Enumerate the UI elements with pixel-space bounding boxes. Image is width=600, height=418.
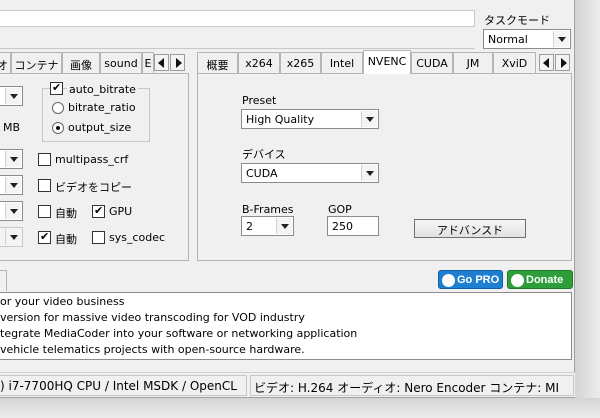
chevron-down-icon[interactable] [553,31,569,47]
tab-xvid[interactable]: XviD [493,52,536,73]
chevron-down-icon[interactable] [5,203,21,219]
tab-sound[interactable]: sound [100,52,142,73]
auto-label-1: 自動 [55,207,77,220]
chevron-down-icon[interactable] [5,151,21,167]
news-line-1: or your video business [0,295,125,308]
status-bar: ) i7-7700HQ CPU / Intel MSDK / OpenCL ビデ… [0,372,575,397]
status-cpu: ) i7-7700HQ CPU / Intel MSDK / OpenCL [0,375,247,396]
multipass-crf-checkbox[interactable] [38,153,51,166]
device-select[interactable]: CUDA [241,163,379,183]
file-list-area[interactable] [0,10,475,27]
gop-input[interactable]: 250 [327,216,379,236]
bitrate-ratio-label: bitrate_ratio [68,101,136,114]
left-combo-3[interactable] [0,175,23,195]
arrow-right-icon [561,58,567,68]
chevron-down-icon[interactable] [5,177,21,193]
arrow-right-icon [176,58,182,68]
preset-select[interactable]: High Quality [241,109,379,129]
main-window: タスクモード Normal オ コンテナ 画像 sound E MB auto_… [0,0,575,398]
bitrate-ratio-radio[interactable] [52,102,64,114]
taskmode-select[interactable]: Normal [483,29,571,49]
chevron-down-icon [5,229,21,245]
output-size-radio[interactable] [52,122,64,134]
preset-value: High Quality [246,113,315,126]
window-shadow-bottom [0,398,600,418]
go-pro-icon [442,274,455,287]
tab-cuda[interactable]: CUDA [411,52,453,73]
bframes-label: B-Frames [242,203,294,216]
bframes-select[interactable]: 2 [241,216,294,236]
donate-button[interactable]: Donate [507,270,573,289]
device-value: CUDA [246,167,278,180]
chevron-down-icon[interactable] [361,165,377,181]
chevron-down-icon[interactable] [361,111,377,127]
auto-bitrate-label: auto_bitrate [67,83,138,96]
auto-checkbox-2[interactable] [38,230,51,244]
tab-left-4[interactable]: E [142,52,154,73]
left-combo-1[interactable] [0,86,23,106]
status-summary: ビデオ: H.264 オーディオ: Nero Encoder コンテナ: MI [250,375,574,396]
advanced-button[interactable]: アドバンスド [414,219,526,238]
news-textarea[interactable]: or your video business version for massi… [0,292,572,360]
codec-tab-scroll-right-button[interactable] [555,54,570,71]
tab-jm[interactable]: JM [453,52,493,73]
news-line-2: version for massive video transcoding fo… [0,311,305,324]
arrow-left-icon [158,58,164,68]
tab-x264[interactable]: x264 [238,52,280,73]
news-line-3: tegrate MediaCoder into your software or… [0,327,358,340]
gop-label: GOP [328,203,352,216]
auto-checkbox-1[interactable] [38,205,51,218]
auto-bitrate-checkbox[interactable] [50,81,63,95]
sys-codec-label: sys_codec [109,231,166,244]
news-line-4: vehicle telematics projects with open-so… [0,343,305,356]
gpu-checkbox[interactable] [92,204,105,218]
taskmode-value: Normal [488,33,528,46]
taskmode-label: タスクモード [484,14,550,27]
copy-video-label: ビデオをコピー [55,181,132,194]
star-icon [511,274,524,287]
preset-label: Preset [242,94,277,107]
news-tab[interactable] [0,270,7,291]
tab-overview[interactable]: 概要 [197,52,238,73]
auto-label-2: 自動 [55,233,77,246]
go-pro-button[interactable]: Go PRO [438,270,503,289]
gop-value: 250 [332,220,353,233]
left-combo-5-disabled [0,227,23,247]
gpu-label: GPU [109,205,133,218]
tab-nvenc[interactable]: NVENC [363,50,411,74]
chevron-down-icon[interactable] [5,88,21,104]
tab-left-0[interactable]: オ [0,52,11,73]
tab-image[interactable]: 画像 [62,52,100,73]
tab-x265[interactable]: x265 [280,52,321,73]
left-combo-4[interactable] [0,201,23,221]
arrow-left-icon [543,58,549,68]
multipass-crf-label: multipass_crf [55,153,129,166]
copy-video-checkbox[interactable] [38,179,51,192]
codec-tab-scroll-left-button[interactable] [539,54,554,71]
device-label: デバイス [242,148,286,161]
tab-scroll-right-button[interactable] [170,54,185,71]
tab-intel[interactable]: Intel [321,52,363,73]
mb-label: MB [3,121,21,134]
bframes-value: 2 [246,220,253,233]
left-combo-2[interactable] [0,149,23,169]
tab-scroll-left-button[interactable] [154,54,169,71]
tab-container[interactable]: コンテナ [11,52,62,73]
file-list-divider [0,37,475,49]
chevron-down-icon[interactable] [276,218,292,234]
sys-codec-checkbox[interactable] [92,231,105,244]
output-size-label: output_size [68,121,132,134]
window-shadow-right [575,0,600,418]
